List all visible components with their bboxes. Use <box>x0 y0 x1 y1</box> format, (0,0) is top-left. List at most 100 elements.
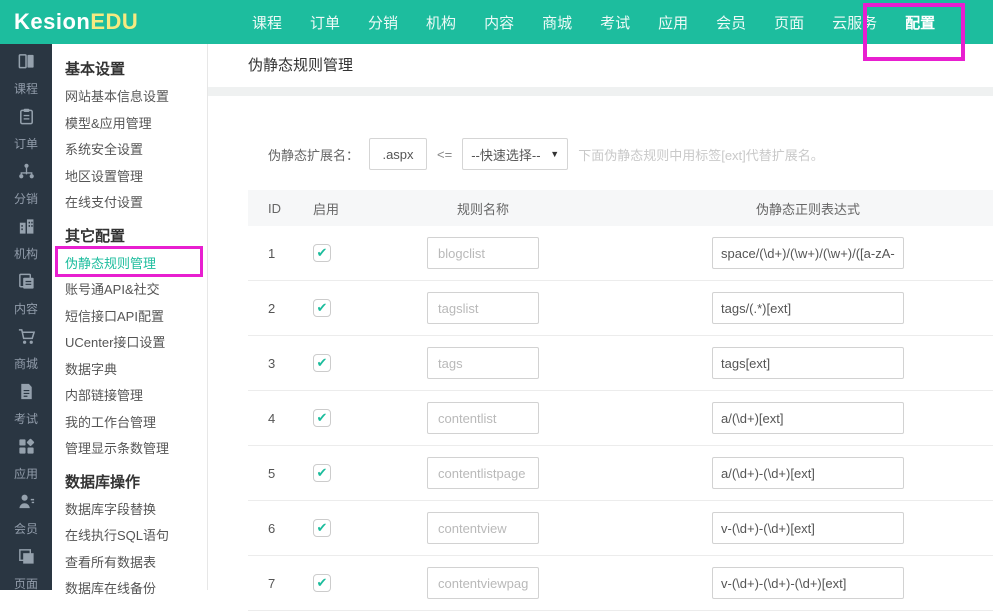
config-item-region[interactable]: 地区设置管理 <box>65 164 207 191</box>
sidebar-item-exams[interactable]: 考试 <box>0 374 52 429</box>
rule-regex-input[interactable] <box>712 402 904 434</box>
config-item-view-tables[interactable]: 查看所有数据表 <box>65 550 207 577</box>
table-row: 5 ✔ <box>248 446 993 501</box>
config-item-db-backup[interactable]: 数据库在线备份 <box>65 576 207 603</box>
nav-item-organization[interactable]: 机构 <box>426 12 456 33</box>
rule-regex-input[interactable] <box>712 347 904 379</box>
rule-regex-input[interactable] <box>712 512 904 544</box>
relation-text: <= <box>437 147 452 162</box>
enable-checkbox[interactable]: ✔ <box>313 519 331 537</box>
nav-item-apps[interactable]: 应用 <box>658 12 688 33</box>
sidebar-item-apps[interactable]: 应用 <box>0 429 52 484</box>
config-item-sms-api[interactable]: 短信接口API配置 <box>65 304 207 331</box>
quick-select-value: --快速选择-- <box>471 145 540 164</box>
sidebar-item-label: 考试 <box>14 410 38 427</box>
check-icon: ✔ <box>317 356 328 369</box>
rule-name-input[interactable] <box>427 567 539 599</box>
config-item-internal-links[interactable]: 内部链接管理 <box>65 383 207 410</box>
nav-item-orders[interactable]: 订单 <box>310 12 340 33</box>
rule-regex-input[interactable] <box>712 237 904 269</box>
book-icon <box>17 52 36 76</box>
enable-checkbox[interactable]: ✔ <box>313 299 331 317</box>
header-enable: 启用 <box>303 199 393 218</box>
config-item-security[interactable]: 系统安全设置 <box>65 137 207 164</box>
sidebar-item-label: 商城 <box>14 355 38 372</box>
grid-icon <box>17 437 36 461</box>
top-nav-menu: 课程 订单 分销 机构 内容 商城 考试 应用 会员 页面 云服务 配置 <box>252 0 935 44</box>
sidebar-item-content[interactable]: 内容 <box>0 264 52 319</box>
table-header-row: ID 启用 规则名称 伪静态正则表达式 <box>248 190 993 226</box>
config-item-site-info[interactable]: 网站基本信息设置 <box>65 84 207 111</box>
header-id: ID <box>248 201 303 216</box>
extension-label: 伪静态扩展名： <box>268 145 359 164</box>
sidebar-item-mall[interactable]: 商城 <box>0 319 52 374</box>
page-title: 伪静态规则管理 <box>248 44 993 87</box>
nav-item-mall[interactable]: 商城 <box>542 12 572 33</box>
rule-id: 3 <box>248 356 303 371</box>
sidebar-item-label: 内容 <box>14 300 38 317</box>
config-item-payment[interactable]: 在线支付设置 <box>65 190 207 217</box>
rule-id: 1 <box>248 246 303 261</box>
nav-item-distribution[interactable]: 分销 <box>368 12 398 33</box>
logo-text-accent: EDU <box>90 9 138 34</box>
nav-item-courses[interactable]: 课程 <box>252 12 282 33</box>
table-row: 1 ✔ <box>248 226 993 281</box>
check-icon: ✔ <box>317 576 328 589</box>
config-item-data-dictionary[interactable]: 数据字典 <box>65 357 207 384</box>
sidebar-item-label: 应用 <box>14 465 38 482</box>
rule-regex-input[interactable] <box>712 292 904 324</box>
config-item-model-app[interactable]: 模型&应用管理 <box>65 111 207 138</box>
check-icon: ✔ <box>317 521 328 534</box>
chevron-down-icon: ▼ <box>550 149 559 159</box>
enable-checkbox[interactable]: ✔ <box>313 354 331 372</box>
page-header: 伪静态规则管理 <box>208 44 993 87</box>
rule-regex-input[interactable] <box>712 567 904 599</box>
config-item-workbench[interactable]: 我的工作台管理 <box>65 410 207 437</box>
sidebar-item-members[interactable]: 会员 <box>0 484 52 539</box>
sidebar-item-orders[interactable]: 订单 <box>0 99 52 154</box>
config-item-account-api[interactable]: 账号通API&社交 <box>65 277 207 304</box>
enable-checkbox[interactable]: ✔ <box>313 464 331 482</box>
rule-name-input[interactable] <box>427 347 539 379</box>
config-item-ucenter[interactable]: UCenter接口设置 <box>65 330 207 357</box>
config-item-rewrite-rules[interactable]: 伪静态规则管理 <box>65 251 207 278</box>
rule-name-input[interactable] <box>427 512 539 544</box>
copy-icon <box>17 272 36 296</box>
rule-name-input[interactable] <box>427 457 539 489</box>
content-panel: 伪静态扩展名： <= --快速选择-- ▼ 下面伪静态规则中用标签[ext]代替… <box>208 96 993 590</box>
nav-item-content[interactable]: 内容 <box>484 12 514 33</box>
rule-regex-input[interactable] <box>712 457 904 489</box>
enable-checkbox[interactable]: ✔ <box>313 409 331 427</box>
header-regex: 伪静态正则表达式 <box>573 199 993 218</box>
rule-name-input[interactable] <box>427 402 539 434</box>
check-icon: ✔ <box>317 411 328 424</box>
config-item-run-sql[interactable]: 在线执行SQL语句 <box>65 523 207 550</box>
sidebar-item-organization[interactable]: 机构 <box>0 209 52 264</box>
rule-id: 5 <box>248 466 303 481</box>
enable-checkbox[interactable]: ✔ <box>313 574 331 592</box>
cart-icon <box>17 327 36 351</box>
check-icon: ✔ <box>317 301 328 314</box>
sidebar-item-pages[interactable]: 页面 <box>0 539 52 594</box>
sidebar-item-courses[interactable]: 课程 <box>0 44 52 99</box>
section-header-basic-settings: 基本设置 <box>65 56 207 84</box>
app-logo[interactable]: KesionEDU <box>14 0 138 44</box>
enable-checkbox[interactable]: ✔ <box>313 244 331 262</box>
nav-item-config[interactable]: 配置 <box>905 12 935 33</box>
sidebar-item-distribution[interactable]: 分销 <box>0 154 52 209</box>
config-item-display-count[interactable]: 管理显示条数管理 <box>65 436 207 463</box>
nav-item-pages[interactable]: 页面 <box>774 12 804 33</box>
section-header-other-config: 其它配置 <box>65 223 207 251</box>
config-item-field-replace[interactable]: 数据库字段替换 <box>65 497 207 524</box>
nav-item-cloud[interactable]: 云服务 <box>832 12 877 33</box>
nav-item-exams[interactable]: 考试 <box>600 12 630 33</box>
rule-name-input[interactable] <box>427 292 539 324</box>
rule-id: 6 <box>248 521 303 536</box>
building-icon <box>17 217 36 241</box>
check-icon: ✔ <box>317 466 328 479</box>
quick-select-dropdown[interactable]: --快速选择-- ▼ <box>462 138 568 170</box>
extension-input[interactable] <box>369 138 427 170</box>
rule-name-input[interactable] <box>427 237 539 269</box>
check-icon: ✔ <box>317 246 328 259</box>
nav-item-members[interactable]: 会员 <box>716 12 746 33</box>
